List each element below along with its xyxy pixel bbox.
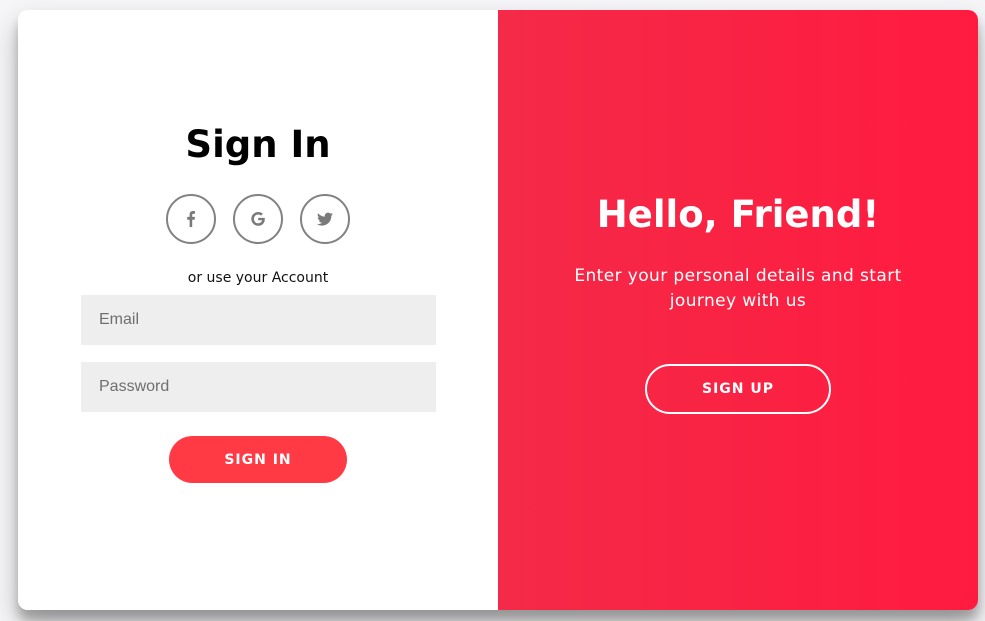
password-field[interactable] xyxy=(81,362,436,412)
email-field[interactable] xyxy=(81,295,436,345)
overlay-title: Hello, Friend! xyxy=(596,193,880,236)
signup-button[interactable]: SIGN UP xyxy=(645,364,831,414)
twitter-button[interactable] xyxy=(300,194,350,244)
overlay-description: Enter your personal details and start jo… xyxy=(574,266,902,311)
signup-overlay-panel: Hello, Friend! Enter your personal detai… xyxy=(498,10,978,610)
auth-card: Sign In or use your Account SIGN IN xyxy=(18,10,978,610)
signin-button[interactable]: SIGN IN xyxy=(169,436,347,483)
twitter-icon xyxy=(317,212,333,226)
facebook-button[interactable] xyxy=(166,194,216,244)
signin-title: Sign In xyxy=(185,123,331,166)
social-login-row xyxy=(18,194,498,244)
signin-panel: Sign In or use your Account SIGN IN xyxy=(18,10,498,610)
alternate-login-text: or use your Account xyxy=(187,270,329,286)
google-button[interactable] xyxy=(233,194,283,244)
google-icon xyxy=(251,212,265,226)
facebook-icon xyxy=(187,211,195,227)
